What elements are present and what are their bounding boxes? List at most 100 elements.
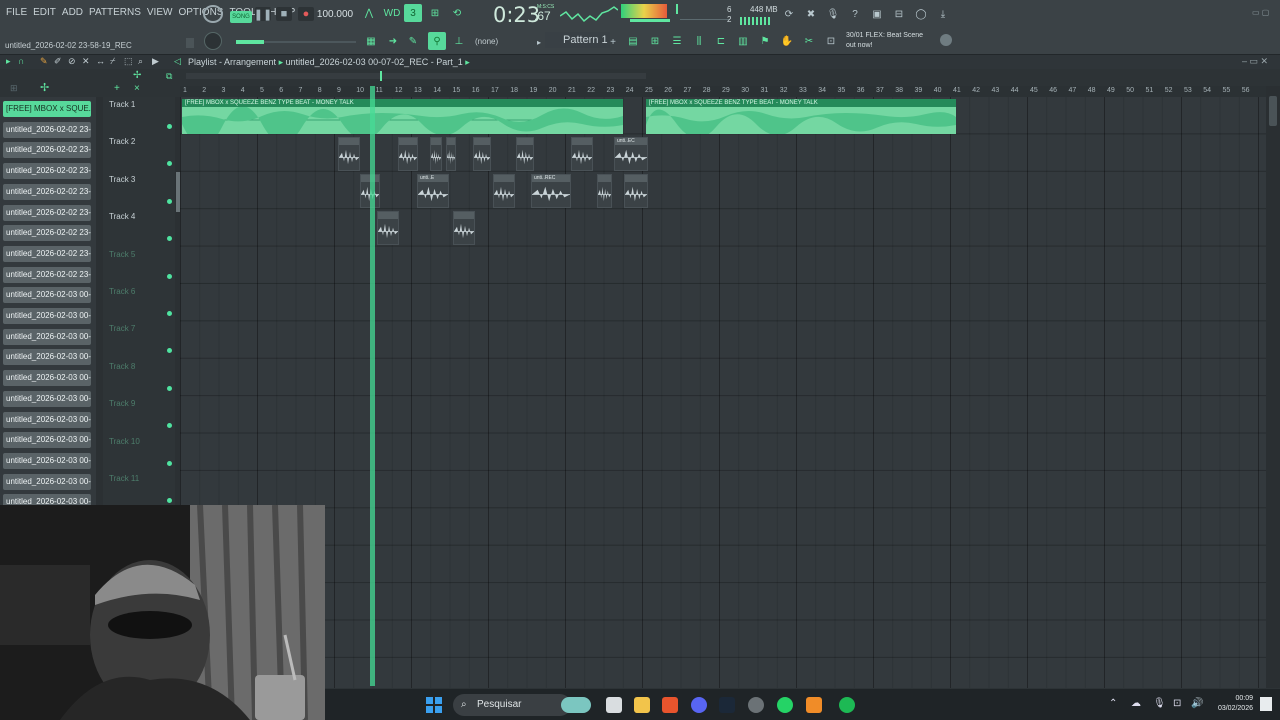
playhead[interactable] — [370, 86, 375, 686]
browser-item[interactable]: untitled_2026-02-03 00-... — [3, 370, 91, 387]
audio-clip-beat-1[interactable]: [FREE] MBOX x SQUEEZE BENZ TYPE BEAT - M… — [182, 99, 623, 134]
track-mute-led[interactable] — [167, 124, 172, 129]
browser-item[interactable]: untitled_2026-02-02 23-... — [3, 266, 91, 283]
audio-clip-beat-2[interactable]: [FREE] MBOX x SQUEEZE BENZ TYPE BEAT - M… — [646, 99, 956, 134]
browser-item[interactable]: untitled_2026-02-02 23-... — [3, 163, 91, 180]
browser-item[interactable]: untitled_2026-02-03 00-... — [3, 390, 91, 407]
windows-start-icon[interactable] — [426, 697, 442, 713]
track-header[interactable]: Track 6 — [103, 284, 175, 321]
pause-button[interactable]: ❚❚ — [254, 7, 272, 21]
slice-tool-icon[interactable]: ⌿ — [110, 56, 115, 67]
track-mute-led[interactable] — [167, 348, 172, 354]
arrangement-name[interactable]: untitled_2026-02-03 00-07-02_REC - Part_… — [286, 57, 463, 67]
track-mute-led[interactable] — [167, 236, 172, 242]
vocal-audio-clip[interactable] — [597, 174, 612, 208]
window-controls[interactable]: ▭ ▢ — [1252, 8, 1269, 17]
channel-rack-icon[interactable]: ☰ — [670, 34, 684, 48]
fl-studio-icon[interactable] — [806, 697, 822, 713]
track-header[interactable]: Track 1 — [103, 97, 175, 134]
track-mute-led[interactable] — [167, 385, 172, 391]
track-mute-led[interactable] — [167, 273, 172, 279]
browser-item[interactable]: untitled_2026-02-02 23-... — [3, 183, 91, 200]
magnet-snap-icon[interactable]: ⚲ — [428, 32, 446, 50]
vocal-audio-clip[interactable]: unti..REC — [531, 174, 571, 208]
master-pitch-track[interactable] — [680, 19, 730, 20]
track-header[interactable]: Track 2 — [103, 134, 175, 171]
browser-item[interactable]: untitled_2026-02-03 00-... — [3, 411, 91, 428]
add-track-icon[interactable]: + — [114, 83, 120, 94]
track-mute-led[interactable] — [167, 311, 172, 316]
track-header[interactable]: Track 8 — [103, 359, 175, 396]
playlist-grid[interactable] — [180, 97, 1266, 693]
playlist-options-arrow-icon[interactable]: ▸ — [6, 56, 11, 67]
zoom-tool-icon[interactable]: ⌕ — [138, 56, 143, 67]
timeline-ruler[interactable]: 1 2 3 4 5 6 7 8 9 10 11 12 13 14 15 16 17 18 19 20 21 22 23 24 2… — [180, 86, 1266, 97]
menu-edit[interactable]: EDIT — [33, 7, 56, 18]
browser-icon[interactable]: ⊏ — [714, 34, 728, 48]
vocal-audio-clip[interactable]: unti..EC — [614, 137, 648, 171]
track-header[interactable]: Track 7 — [103, 321, 175, 358]
track-mute-led[interactable] — [167, 498, 172, 503]
stamp-icon[interactable]: ⊥ — [452, 34, 466, 48]
add-pattern-icon[interactable]: + — [606, 35, 620, 49]
spotify-icon[interactable] — [839, 697, 855, 713]
track-header[interactable]: Track 5 — [103, 247, 175, 284]
project-info-icon[interactable]: ✂ — [802, 34, 816, 48]
menu-view[interactable]: VIEW — [147, 7, 173, 18]
vocal-audio-clip[interactable] — [377, 211, 399, 245]
browser-item[interactable]: untitled_2026-02-02 23-... — [3, 204, 91, 221]
wait-input-icon[interactable]: WD — [383, 6, 401, 20]
menu-patterns[interactable]: PATTERNS — [89, 7, 141, 18]
draw-tool-icon[interactable]: ✎ — [40, 56, 48, 67]
blend-notes-icon[interactable]: ⊞ — [428, 6, 442, 20]
plugin-database-icon[interactable]: ▥ — [736, 34, 750, 48]
arrow-right-icon[interactable]: ➜ — [386, 34, 400, 48]
news-globe-icon[interactable] — [940, 34, 952, 46]
close-icon[interactable]: × — [134, 83, 140, 94]
browser-item[interactable]: untitled_2026-02-03 00-... — [3, 452, 91, 469]
tray-chevron-icon[interactable]: ⌃ — [1109, 698, 1117, 709]
piano-roll-icon[interactable]: ⊞ — [648, 34, 662, 48]
panic-icon[interactable]: ✖ — [804, 7, 818, 21]
mute-tool-icon[interactable]: ✕ — [82, 56, 90, 67]
vocal-audio-clip[interactable] — [473, 137, 491, 171]
brave-browser-icon[interactable] — [662, 697, 678, 713]
mic-icon[interactable]: 🎙 — [826, 7, 840, 21]
browser-snap-icon[interactable]: ✢ — [40, 81, 49, 94]
vocal-audio-clip[interactable] — [493, 174, 515, 208]
network-icon[interactable]: ⊡ — [1173, 698, 1181, 709]
download-icon[interactable]: ⤓ — [936, 7, 950, 21]
playlist-window-controls[interactable]: – ▭ ✕ — [1242, 56, 1268, 67]
browser-item[interactable]: untitled_2026-02-03 00-... — [3, 349, 91, 366]
main-volume-knob[interactable] — [204, 32, 222, 50]
vocal-audio-clip[interactable]: unti..E — [417, 174, 449, 208]
browser-item[interactable]: untitled_2026-02-03 00-... — [3, 473, 91, 490]
time-scrollbar[interactable] — [186, 73, 646, 79]
chat-icon[interactable]: ◯ — [914, 7, 928, 21]
playlist-icon[interactable]: ▤ — [626, 34, 640, 48]
snap-selector[interactable]: (none) — [475, 37, 498, 46]
vocal-audio-clip[interactable] — [398, 137, 418, 171]
overview-icon[interactable]: ⧉ — [166, 71, 172, 82]
app-icon[interactable] — [748, 697, 764, 713]
vscroll-thumb[interactable] — [1269, 96, 1277, 126]
track-scroll-thumb[interactable] — [176, 172, 180, 212]
vocal-audio-clip[interactable] — [516, 137, 534, 171]
playlist-menu-icon[interactable]: ◁ — [174, 56, 181, 67]
shop-icon[interactable]: ⊡ — [824, 34, 838, 48]
track-mute-led[interactable] — [167, 161, 172, 167]
pattern-prev-icon[interactable]: ▸ — [532, 35, 546, 49]
select-tool-icon[interactable]: ⬚ — [124, 56, 133, 67]
vocal-audio-clip[interactable] — [338, 137, 360, 171]
playlist-view-name[interactable]: Playlist - Arrangement — [188, 57, 276, 67]
track-header[interactable]: Track 4 — [103, 209, 175, 246]
whatsapp-icon[interactable] — [777, 697, 793, 713]
record-button[interactable]: ● — [298, 7, 314, 21]
loop-record-icon[interactable]: ⟲ — [450, 6, 464, 20]
file-explorer-icon[interactable] — [634, 697, 650, 713]
paint-tool-icon[interactable]: ✐ — [54, 56, 62, 67]
playlist-magnet-icon[interactable]: ∩ — [18, 56, 24, 66]
playlist-vertical-scrollbar[interactable] — [1266, 86, 1280, 693]
vocal-audio-clip[interactable] — [430, 137, 442, 171]
online-icon[interactable]: ⟳ — [782, 7, 796, 21]
